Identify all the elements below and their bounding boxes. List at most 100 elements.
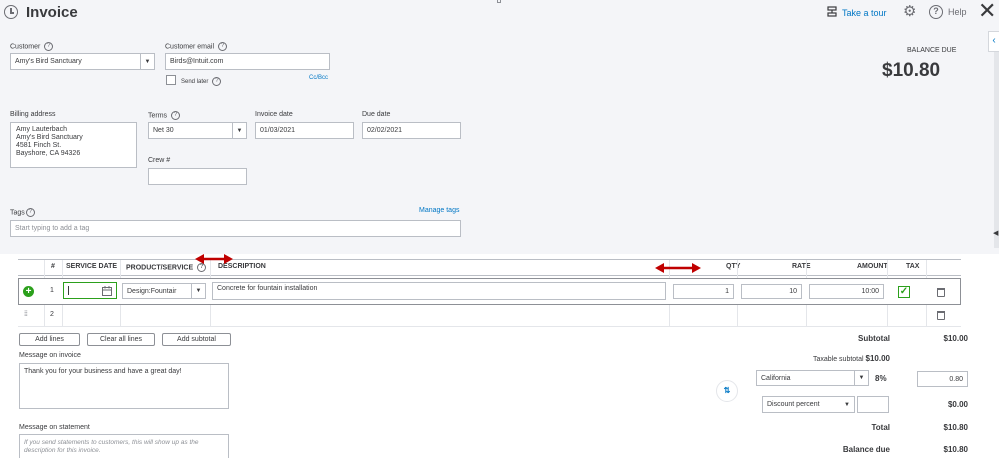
qty-input[interactable]: 1 (673, 284, 734, 299)
recent-history-icon[interactable] (4, 5, 18, 19)
chevron-down-icon[interactable]: ▼ (854, 371, 868, 385)
take-tour-link[interactable]: Take a tour (842, 8, 887, 18)
chevron-down-icon[interactable]: ▼ (191, 284, 205, 298)
email-field[interactable]: Birds@Intuit.com (165, 53, 330, 70)
tags-label: Tags? (10, 208, 35, 217)
invoice-date-value: 01/03/2021 (260, 127, 296, 134)
side-panel-strip (994, 52, 999, 248)
tax-region-value: California (761, 374, 791, 382)
message-statement-field[interactable]: If you send statements to customers, thi… (19, 434, 229, 458)
rate-input[interactable]: 10 (741, 284, 802, 299)
send-later-checkbox[interactable] (166, 75, 176, 85)
add-lines-button[interactable]: Add lines (19, 333, 80, 346)
col-header-qty[interactable]: QTY (726, 263, 740, 270)
due-date-label: Due date (362, 111, 391, 118)
manage-tags-link[interactable]: Manage tags (419, 207, 459, 214)
tags-help-icon[interactable]: ? (25, 208, 35, 217)
col-header-num: # (51, 263, 55, 270)
tags-placeholder: Start typing to add a tag (15, 225, 90, 232)
billing-line: Amy's Bird Sanctuary (16, 134, 83, 141)
taxable-subtotal: Taxable subtotal $10.00 (760, 354, 890, 363)
terms-select[interactable]: Net 30 ▼ (148, 122, 247, 139)
trash-icon[interactable] (937, 288, 945, 297)
balance-due-bottom-label: Balance due (842, 445, 890, 454)
top-center-marker (497, 0, 501, 3)
table-header-border (18, 275, 961, 276)
amount-value: 10:00 (861, 288, 879, 295)
discount-value-input[interactable] (857, 396, 889, 413)
balance-due-bottom-value: $10.80 (943, 445, 968, 454)
chevron-down-icon[interactable]: ▼ (232, 123, 246, 138)
chevron-down-icon[interactable]: ▼ (140, 54, 154, 69)
side-scroll-arrow-icon[interactable]: ◀ (993, 229, 999, 237)
text-cursor (68, 286, 69, 295)
drag-handle-icon[interactable]: ⁞⁞⁞ (24, 311, 28, 318)
add-subtotal-button[interactable]: Add subtotal (162, 333, 231, 346)
amount-input[interactable]: 10:00 (809, 284, 884, 299)
email-value: Birds@Intuit.com (170, 58, 224, 65)
tax-amount-input[interactable]: 0.80 (917, 371, 968, 387)
send-later-help-icon[interactable]: ? (212, 77, 222, 86)
total-label: Total (871, 423, 890, 432)
balance-due-value: $10.80 (882, 60, 941, 81)
row-number: 1 (50, 287, 54, 294)
send-later-label: Send later? (181, 77, 222, 86)
customer-help-icon[interactable]: ? (44, 42, 54, 51)
rate-value: 10 (789, 288, 797, 295)
tour-icon[interactable] (826, 6, 838, 18)
col-header-service-date[interactable]: SERVICE DATE (66, 263, 117, 270)
gear-icon[interactable]: ⚙ (903, 4, 916, 19)
add-row-icon[interactable]: + (23, 286, 34, 297)
billing-line: Amy Lauterbach (16, 126, 67, 133)
crew-label: Crew # (148, 157, 171, 164)
customer-select[interactable]: Amy's Bird Sanctuary ▼ (10, 53, 155, 70)
billing-line: 4581 Finch St. (16, 142, 62, 149)
chevron-down-icon[interactable]: ▼ (840, 397, 854, 412)
due-date-field[interactable]: 02/02/2021 (362, 122, 461, 139)
message-invoice-field[interactable]: Thank you for your business and have a g… (19, 363, 229, 409)
description-value: Concrete for fountain installation (217, 285, 318, 292)
cc-bcc-link[interactable]: Cc/Bcc (309, 75, 328, 81)
description-field[interactable]: Concrete for fountain installation (212, 282, 666, 300)
discount-type-select[interactable]: Discount percent ▼ (762, 396, 855, 413)
chevron-left-icon[interactable]: ‹ (988, 31, 999, 52)
balance-due-label: BALANCE DUE (907, 47, 957, 54)
qty-value: 1 (725, 288, 729, 295)
help-icon[interactable]: ? (929, 5, 943, 19)
help-label[interactable]: Help (948, 7, 967, 17)
close-icon[interactable]: ✕ (978, 0, 996, 22)
row-number: 2 (50, 311, 54, 318)
discount-amount: $0.00 (947, 400, 968, 409)
crew-field[interactable] (148, 168, 247, 185)
discount-type-value: Discount percent (767, 401, 820, 408)
invoice-date-field[interactable]: 01/03/2021 (255, 122, 354, 139)
trash-icon[interactable] (937, 311, 945, 320)
product-select[interactable]: Design:Fountair ▼ (122, 283, 206, 299)
col-header-amount[interactable]: AMOUNT (857, 263, 888, 270)
email-label: Customer email? (165, 42, 228, 51)
col-header-rate[interactable]: RATE (792, 263, 811, 270)
page-title: Invoice (26, 4, 78, 21)
swap-arrows-icon[interactable]: ⇅ (716, 380, 738, 402)
subtotal-value: $10.00 (943, 334, 968, 343)
tax-rate-value: 8% (875, 374, 887, 383)
message-invoice-label: Message on invoice (19, 352, 81, 359)
taxable-subtotal-label: Taxable subtotal (812, 356, 864, 363)
resize-arrow-icon (195, 254, 233, 264)
tax-checkbox[interactable]: ✓ (898, 286, 910, 298)
tags-input[interactable]: Start typing to add a tag (10, 220, 461, 237)
col-header-tax[interactable]: TAX (906, 263, 919, 270)
customer-value: Amy's Bird Sanctuary (15, 58, 82, 65)
billing-address-field[interactable]: Amy Lauterbach Amy's Bird Sanctuary 4581… (10, 122, 137, 168)
terms-help-icon[interactable]: ? (171, 111, 181, 120)
tax-rate-select[interactable]: California ▼ (756, 370, 869, 386)
email-help-icon[interactable]: ? (218, 42, 228, 51)
terms-label: Terms? (148, 111, 181, 120)
service-date-input[interactable] (63, 282, 117, 299)
message-invoice-value: Thank you for your business and have a g… (24, 368, 182, 375)
message-statement-label: Message on statement (19, 424, 90, 431)
calendar-icon[interactable] (102, 286, 112, 296)
row-divider (18, 326, 961, 327)
clear-all-lines-button[interactable]: Clear all lines (87, 333, 155, 346)
invoice-date-label: Invoice date (255, 111, 293, 118)
